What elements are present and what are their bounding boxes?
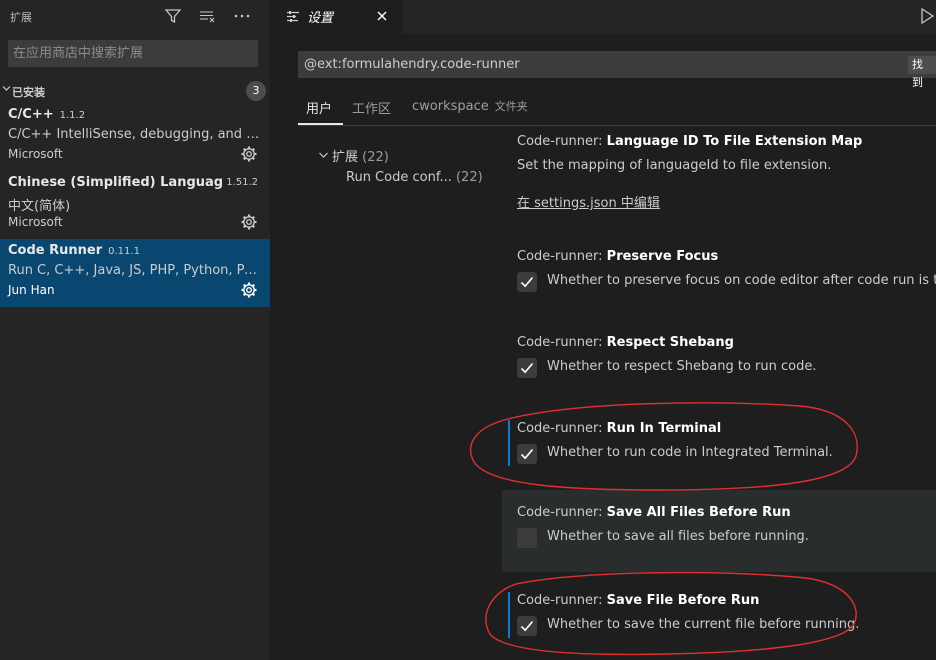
extension-publisher: Microsoft <box>8 147 63 161</box>
gear-icon[interactable] <box>240 145 258 163</box>
setting-name: Save All Files Before Run <box>606 505 791 520</box>
installed-section-header[interactable]: 已安装 3 <box>0 80 270 102</box>
save-file-before-run-checkbox[interactable] <box>517 616 537 636</box>
extension-publisher: Microsoft <box>8 215 63 229</box>
sidebar-title: 扩展 <box>10 11 32 24</box>
setting-title: Code-runner: Preserve Focus <box>517 249 718 264</box>
setting-name: Run In Terminal <box>606 421 722 436</box>
extension-search-input[interactable]: 在应用商店中搜索扩展 <box>8 40 258 67</box>
extension-version: 1.1.2 <box>59 110 86 121</box>
tab-user[interactable]: 用户 <box>306 98 332 117</box>
toc-count: (22) <box>455 170 483 185</box>
extension-description: C/C++ IntelliSense, debugging, and c... <box>8 127 260 142</box>
extension-item-code-runner[interactable]: Code Runner 0.11.1 Run C, C++, Java, JS, … <box>0 239 270 307</box>
toc-count: (22) <box>362 150 389 165</box>
respect-shebang-checkbox[interactable] <box>517 358 537 378</box>
search-result-badge: 找到 <box>908 56 936 89</box>
setting-preserve-focus: Code-runner: Preserve Focus Whether to p… <box>500 234 936 314</box>
run-in-terminal-checkbox[interactable] <box>517 444 537 464</box>
chevron-down-icon <box>2 84 11 96</box>
setting-category: Code-runner: <box>517 134 607 149</box>
setting-title: Code-runner: Save File Before Run <box>517 593 759 608</box>
extension-publisher: Jun Han <box>8 283 55 297</box>
setting-name: Respect Shebang <box>606 335 734 350</box>
gear-icon[interactable] <box>240 213 258 231</box>
settings-list: Code-runner: Language ID To File Extensi… <box>500 128 936 660</box>
setting-description: Whether to preserve focus on code editor… <box>547 273 936 288</box>
setting-language-id-to-file-extension-map: Code-runner: Language ID To File Extensi… <box>500 128 936 220</box>
setting-focus-indicator <box>508 420 510 466</box>
save-all-files-before-run-checkbox[interactable] <box>517 528 537 548</box>
setting-description: Whether to save all files before running… <box>547 529 809 544</box>
active-tab-indicator <box>298 123 343 125</box>
check-icon <box>520 276 534 288</box>
check-icon <box>520 448 534 460</box>
extension-name: C/C++ <box>8 107 54 122</box>
run-icon[interactable] <box>918 7 936 25</box>
chevron-down-icon <box>318 150 332 165</box>
setting-title: Code-runner: Save All Files Before Run <box>517 505 791 520</box>
filter-icon[interactable] <box>163 6 183 26</box>
preserve-focus-checkbox[interactable] <box>517 272 537 292</box>
toc-item-run-code-configuration[interactable]: Run Code conf... (22) <box>346 170 483 185</box>
tab-label: 设置 <box>307 11 334 26</box>
setting-title: Code-runner: Respect Shebang <box>517 335 734 350</box>
setting-title: Code-runner: Run In Terminal <box>517 421 721 436</box>
extension-title: C/C++ 1.1.2 <box>8 107 85 122</box>
folder-name: cworkspace <box>412 99 489 114</box>
clear-extensions-icon[interactable] <box>197 6 217 26</box>
setting-save-file-before-run: Code-runner: Save File Before Run Whethe… <box>500 578 936 658</box>
setting-description: Set the mapping of languageId to file ex… <box>517 158 832 173</box>
edit-in-settings-json-link[interactable]: 在 settings.json 中编辑 <box>517 192 660 211</box>
editor-tab-bar: 设置 <box>270 0 936 34</box>
tab-folder[interactable]: cworkspace 文件夹 <box>412 98 528 114</box>
gear-icon[interactable] <box>240 281 258 299</box>
setting-category: Code-runner: <box>517 249 607 264</box>
setting-name: Save File Before Run <box>606 593 760 608</box>
extension-version: 1.51.2 <box>226 177 258 188</box>
setting-category: Code-runner: <box>517 421 607 436</box>
setting-name: Language ID To File Extension Map <box>606 134 863 149</box>
setting-category: Code-runner: <box>517 593 607 608</box>
setting-title: Code-runner: Language ID To File Extensi… <box>517 134 862 149</box>
extension-name: Chinese (Simplified) Languag... <box>8 175 223 190</box>
more-actions-icon[interactable] <box>232 6 252 26</box>
toc-item-extensions[interactable]: 扩展 (22) <box>318 146 389 165</box>
setting-focus-indicator <box>508 592 510 638</box>
check-icon <box>520 362 534 374</box>
toc-label: Run Code conf... <box>346 170 452 185</box>
settings-tab-icon <box>286 10 300 24</box>
extension-description: Run C, C++, Java, JS, PHP, Python, Perl.… <box>8 263 260 278</box>
extension-title: Code Runner 0.11.1 <box>8 243 140 258</box>
extension-description: 中文(简体) <box>8 199 71 214</box>
setting-run-in-terminal: Code-runner: Run In Terminal Whether to … <box>500 406 936 486</box>
setting-respect-shebang: Code-runner: Respect Shebang Whether to … <box>500 320 936 400</box>
setting-category: Code-runner: <box>517 505 607 520</box>
extensions-sidebar: 扩展 在应用商店中搜索扩展 已安装 3 C/C++ 1.1.2 C/C++ Int… <box>0 0 270 660</box>
settings-search-input[interactable]: @ext:formulahendry.code-runner <box>298 51 936 78</box>
setting-save-all-files-before-run: Code-runner: Save All Files Before Run W… <box>502 490 936 572</box>
setting-description: Whether to save the current file before … <box>547 617 860 632</box>
tab-workspace[interactable]: 工作区 <box>352 98 391 117</box>
folder-label: 文件夹 <box>494 100 528 113</box>
installed-count-badge: 3 <box>246 81 266 101</box>
setting-description: Whether to respect Shebang to run code. <box>547 359 817 374</box>
setting-category: Code-runner: <box>517 335 607 350</box>
setting-description: Whether to run code in Integrated Termin… <box>547 445 833 460</box>
extension-item-cpp[interactable]: C/C++ 1.1.2 C/C++ IntelliSense, debugging… <box>0 103 270 171</box>
sidebar-header: 扩展 <box>0 0 270 32</box>
extension-version: 0.11.1 <box>108 246 140 257</box>
extension-item-chinese-language-pack[interactable]: Chinese (Simplified) Languag... 1.51.2 中… <box>0 171 270 239</box>
close-icon[interactable] <box>374 6 390 26</box>
tab-settings[interactable]: 设置 <box>270 0 402 34</box>
installed-section-label: 已安装 <box>12 86 45 99</box>
settings-scope-tabs: 用户 工作区 cworkspace 文件夹 <box>298 92 936 126</box>
extension-name: Code Runner <box>8 243 103 258</box>
toc-label: 扩展 <box>332 150 359 165</box>
setting-name: Preserve Focus <box>606 249 719 264</box>
check-icon <box>520 620 534 632</box>
